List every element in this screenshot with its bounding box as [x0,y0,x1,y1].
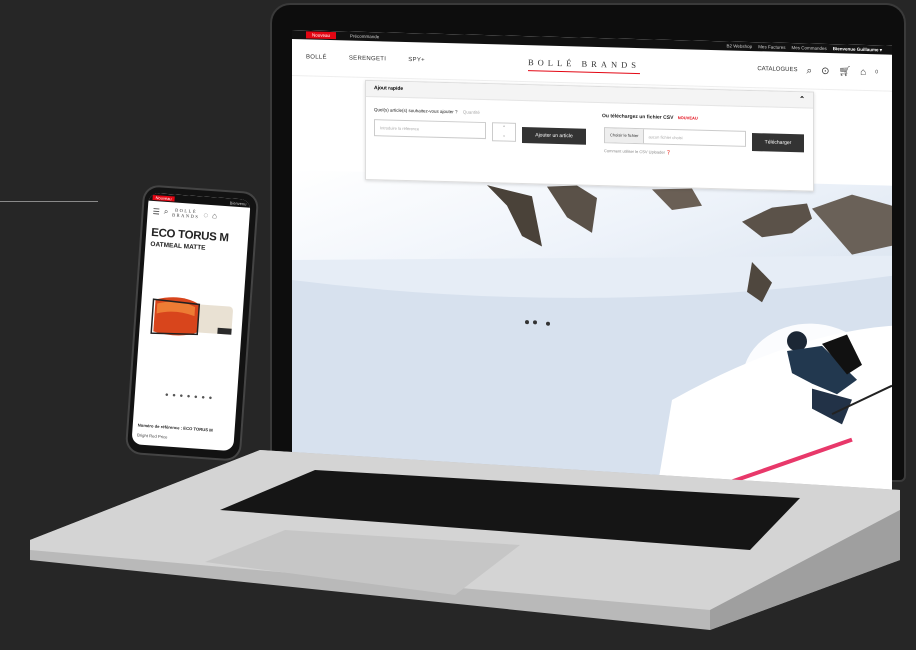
csv-title: Ou téléchargez un fichier CSV NOUVEAU [602,113,698,122]
new-badge: NOUVEAU [677,115,698,121]
nav-serengeti[interactable]: SERENGETI [349,55,386,62]
product-price-label: Bright Red Price [136,432,168,440]
goggle-image [150,297,233,336]
account-menu[interactable]: Bienvenue Guillaume ▾ [833,46,882,53]
nav-spy[interactable]: SPY+ [408,57,425,63]
csv-help-link[interactable]: Comment utiliser le CSV Uploader ❓ [604,148,671,155]
cart-icon[interactable]: 🛒︎ [838,66,851,77]
menu-icon[interactable]: ☰ [152,206,160,215]
add-article-button[interactable]: Ajouter un article [522,127,586,145]
laptop-screen: Nouveau Précommande B2 Webshop Mes Factu… [292,30,892,516]
quick-add-panel: Ajout rapide ⌃ Quel(s) article(s) souhai… [365,79,814,192]
download-button[interactable]: Télécharger [752,133,804,153]
phone-screen: Nouveau Bienvenu ☰ ⌕ BOLLÉ BRANDS ◌ ⌂ EC… [131,192,251,452]
product-reference: Numéro de référence : ECO TORUS M [137,422,213,433]
basket-icon[interactable]: ⌂ [860,66,866,77]
phone-logo-line2: BRANDS [171,212,200,220]
phone-tab-nouveau[interactable]: Nouveau [152,194,175,201]
quantity-stepper[interactable]: ⌃ ⌄ [492,122,516,142]
glasses-icon[interactable]: ⊙ [821,65,829,76]
choose-file-button[interactable]: Choisir le fichier [605,128,645,144]
nav-catalogues[interactable]: CATALOGUES [757,66,797,73]
link-factures[interactable]: Mes Factures [758,44,785,51]
quick-add-question: Quel(s) article(s) souhaitez-vous ajoute… [374,107,480,115]
site-logo[interactable]: BOLLÉ BRANDS [528,57,640,75]
laptop-base [30,450,900,630]
carousel-dots[interactable]: ● ● ● ● ● ● ● [165,392,214,401]
search-icon[interactable]: ⌕ [806,65,812,76]
no-file-label: aucun fichier choisi [648,133,683,140]
chevron-up-icon[interactable]: ⌃ [799,95,805,103]
decorative-divider-line [0,201,98,202]
phone-cart-icon[interactable]: ⌂ [212,211,217,220]
phone-logo[interactable]: BOLLÉ BRANDS [171,207,200,220]
question-label: Quel(s) article(s) souhaitez-vous ajoute… [374,107,458,115]
phone-account-icon[interactable]: ◌ [203,210,208,219]
phone-device: Nouveau Bienvenu ☰ ⌕ BOLLÉ BRANDS ◌ ⌂ EC… [126,186,258,460]
file-input[interactable]: Choisir le fichier aucun fichier choisi [604,127,746,147]
quick-add-title: Ajout rapide [374,85,404,92]
nav-bolle[interactable]: BOLLÉ [306,54,327,61]
reference-input[interactable]: Introduire la référence [374,119,486,140]
cart-count: 0 [875,69,878,76]
tab-nouveau[interactable]: Nouveau [306,31,337,40]
quantity-label: Quantité [462,109,480,115]
csv-title-text: Ou téléchargez un fichier CSV [602,113,674,121]
link-webshop[interactable]: B2 Webshop [727,43,753,50]
phone-search-icon[interactable]: ⌕ [164,207,169,217]
link-commandes[interactable]: Mes Commandes [791,45,826,52]
phone-welcome: Bienvenu [229,199,247,207]
tab-precommande[interactable]: Précommande [350,34,379,40]
